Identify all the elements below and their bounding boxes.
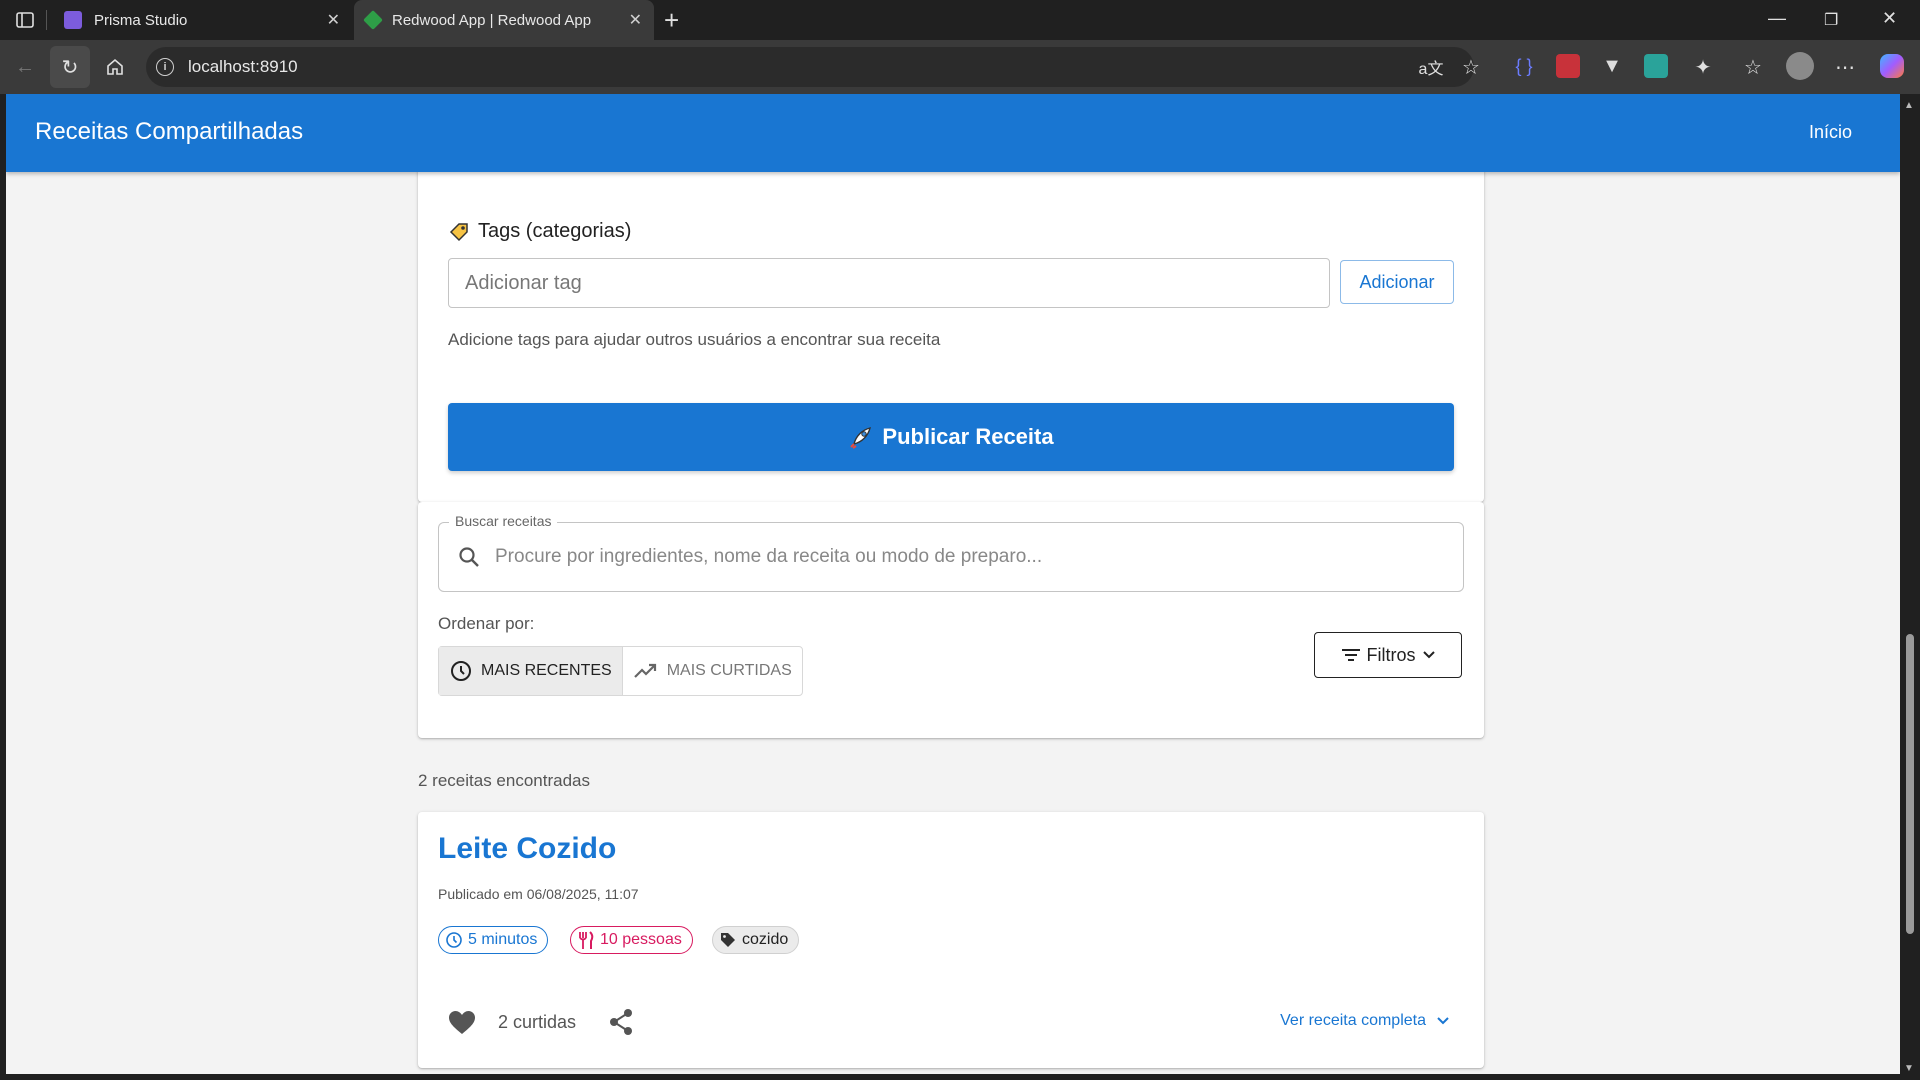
close-tab-icon[interactable]: ✕ bbox=[629, 10, 642, 30]
redwood-favicon-icon bbox=[363, 10, 383, 30]
profile-avatar[interactable] bbox=[1786, 52, 1814, 80]
extension-red-icon[interactable] bbox=[1556, 54, 1580, 78]
prisma-favicon-icon bbox=[64, 11, 82, 29]
restaurant-icon bbox=[579, 931, 594, 949]
scrollbar-thumb[interactable] bbox=[1906, 634, 1914, 934]
view-full-recipe-button[interactable]: Ver receita completa bbox=[1280, 1012, 1450, 1030]
tab-redwood-app[interactable]: Redwood App | Redwood App ✕ bbox=[354, 0, 654, 40]
recipe-published-date: Publicado em 06/08/2025, 11:07 bbox=[438, 886, 639, 902]
tab-actions-icon[interactable] bbox=[10, 5, 40, 35]
tag-chip[interactable]: cozido bbox=[712, 926, 800, 954]
collections-icon[interactable]: ☆ bbox=[1738, 52, 1768, 82]
tag-emoji-icon bbox=[449, 222, 468, 241]
minimize-icon[interactable]: — bbox=[1768, 8, 1786, 29]
tab-title: Redwood App | Redwood App bbox=[392, 11, 592, 29]
chevron-down-icon bbox=[1422, 651, 1435, 659]
browser-tab-bar: Prisma Studio ✕ Redwood App | Redwood Ap… bbox=[0, 0, 1920, 40]
add-tag-button[interactable]: Adicionar bbox=[1340, 260, 1454, 304]
copilot-icon[interactable] bbox=[1880, 54, 1904, 78]
search-placeholder: Procure por ingredientes, nome da receit… bbox=[495, 546, 1043, 567]
tag-input[interactable]: Adicionar tag bbox=[448, 258, 1330, 308]
recipe-title[interactable]: Leite Cozido bbox=[438, 832, 616, 866]
address-bar[interactable]: i localhost:8910 bbox=[146, 47, 1474, 87]
app-bar: Receitas Compartilhadas Início bbox=[6, 94, 1900, 172]
tag-icon bbox=[721, 933, 735, 947]
reload-icon[interactable]: ↻ bbox=[55, 52, 85, 82]
sort-most-recent[interactable]: MAIS RECENTES bbox=[439, 647, 623, 695]
view-full-label: Ver receita completa bbox=[1280, 1012, 1426, 1029]
search-card: Buscar receitas Procure por ingredientes… bbox=[418, 502, 1484, 738]
new-tab-icon[interactable]: + bbox=[664, 6, 679, 34]
chevron-down-icon bbox=[1437, 1017, 1449, 1025]
favorite-star-icon[interactable]: ☆ bbox=[1456, 52, 1486, 82]
sort-most-liked-label: MAIS CURTIDAS bbox=[666, 662, 792, 679]
scroll-down-icon[interactable]: ▼ bbox=[1904, 1063, 1914, 1074]
cook-time-chip: 5 minutos bbox=[438, 926, 549, 954]
clock-icon bbox=[451, 661, 471, 681]
rocket-icon bbox=[850, 427, 872, 449]
sort-toggle-group: MAIS RECENTES MAIS CURTIDAS bbox=[438, 646, 803, 696]
sort-most-liked[interactable]: MAIS CURTIDAS bbox=[623, 647, 802, 695]
close-window-icon[interactable]: ✕ bbox=[1882, 8, 1897, 29]
address-url: localhost:8910 bbox=[188, 57, 298, 76]
page-viewport: Receitas Compartilhadas Início Tags (cat… bbox=[6, 94, 1900, 1074]
servings-label: 10 pessoas bbox=[600, 931, 682, 948]
like-button[interactable] bbox=[448, 1010, 476, 1036]
page-scrollbar[interactable]: ▲ ▼ bbox=[1900, 94, 1920, 1080]
app-title[interactable]: Receitas Compartilhadas bbox=[35, 118, 303, 146]
filters-label: Filtros bbox=[1366, 644, 1416, 665]
site-info-icon[interactable]: i bbox=[156, 58, 174, 76]
filter-list-icon bbox=[1341, 649, 1360, 661]
search-input[interactable]: Buscar receitas Procure por ingredientes… bbox=[438, 513, 1464, 592]
trending-up-icon bbox=[633, 663, 656, 678]
read-aloud-icon[interactable]: a文 bbox=[1416, 52, 1446, 82]
restore-icon[interactable]: ❐ bbox=[1824, 10, 1838, 30]
browser-toolbar: ← ↻ i localhost:8910 a文 ☆ { } ▼ ✦ ☆ ⋯ bbox=[0, 40, 1920, 94]
close-tab-icon[interactable]: ✕ bbox=[327, 10, 340, 30]
filters-button[interactable]: Filtros bbox=[1314, 632, 1462, 678]
tags-label: Tags (categorias) bbox=[448, 220, 631, 243]
clock-icon bbox=[446, 932, 462, 948]
tags-helper-text: Adicione tags para ajudar outros usuário… bbox=[448, 330, 941, 349]
back-icon[interactable]: ← bbox=[10, 52, 40, 82]
tab-prisma-studio[interactable]: Prisma Studio ✕ bbox=[52, 0, 352, 40]
json-extension-icon[interactable]: { } bbox=[1512, 54, 1536, 78]
heart-icon bbox=[449, 1011, 475, 1034]
scroll-up-icon[interactable]: ▲ bbox=[1904, 100, 1914, 111]
home-icon[interactable] bbox=[100, 52, 130, 82]
vue-extension-icon[interactable]: ▼ bbox=[1600, 54, 1624, 78]
sort-label: Ordenar por: bbox=[438, 614, 535, 633]
share-button[interactable] bbox=[608, 1008, 634, 1041]
sort-most-recent-label: MAIS RECENTES bbox=[481, 662, 612, 679]
publish-label: Publicar Receita bbox=[882, 424, 1054, 449]
tags-label-text: Tags (categorias) bbox=[478, 220, 632, 242]
tab-separator bbox=[46, 10, 47, 30]
extensions-puzzle-icon[interactable]: ✦ bbox=[1688, 52, 1718, 82]
share-icon bbox=[610, 1009, 632, 1035]
cook-time-label: 5 minutos bbox=[468, 931, 538, 948]
recipe-form-card: Tags (categorias) Adicionar tag Adiciona… bbox=[418, 134, 1484, 502]
publish-recipe-button[interactable]: Publicar Receita bbox=[448, 403, 1454, 471]
more-options-icon[interactable]: ⋯ bbox=[1830, 52, 1860, 82]
likes-count: 2 curtidas bbox=[498, 1012, 577, 1032]
tag-input-placeholder: Adicionar tag bbox=[465, 271, 582, 294]
nav-home-link[interactable]: Início bbox=[1809, 122, 1852, 143]
tab-title: Prisma Studio bbox=[94, 11, 188, 29]
results-count: 2 receitas encontradas bbox=[418, 771, 590, 790]
search-legend: Buscar receitas bbox=[449, 513, 558, 529]
recipe-card: Leite Cozido Publicado em 06/08/2025, 11… bbox=[418, 812, 1484, 1068]
servings-chip: 10 pessoas bbox=[570, 926, 693, 954]
search-icon bbox=[459, 547, 479, 567]
tag-chip-label: cozido bbox=[742, 931, 789, 948]
save-extension-icon[interactable] bbox=[1644, 54, 1668, 78]
